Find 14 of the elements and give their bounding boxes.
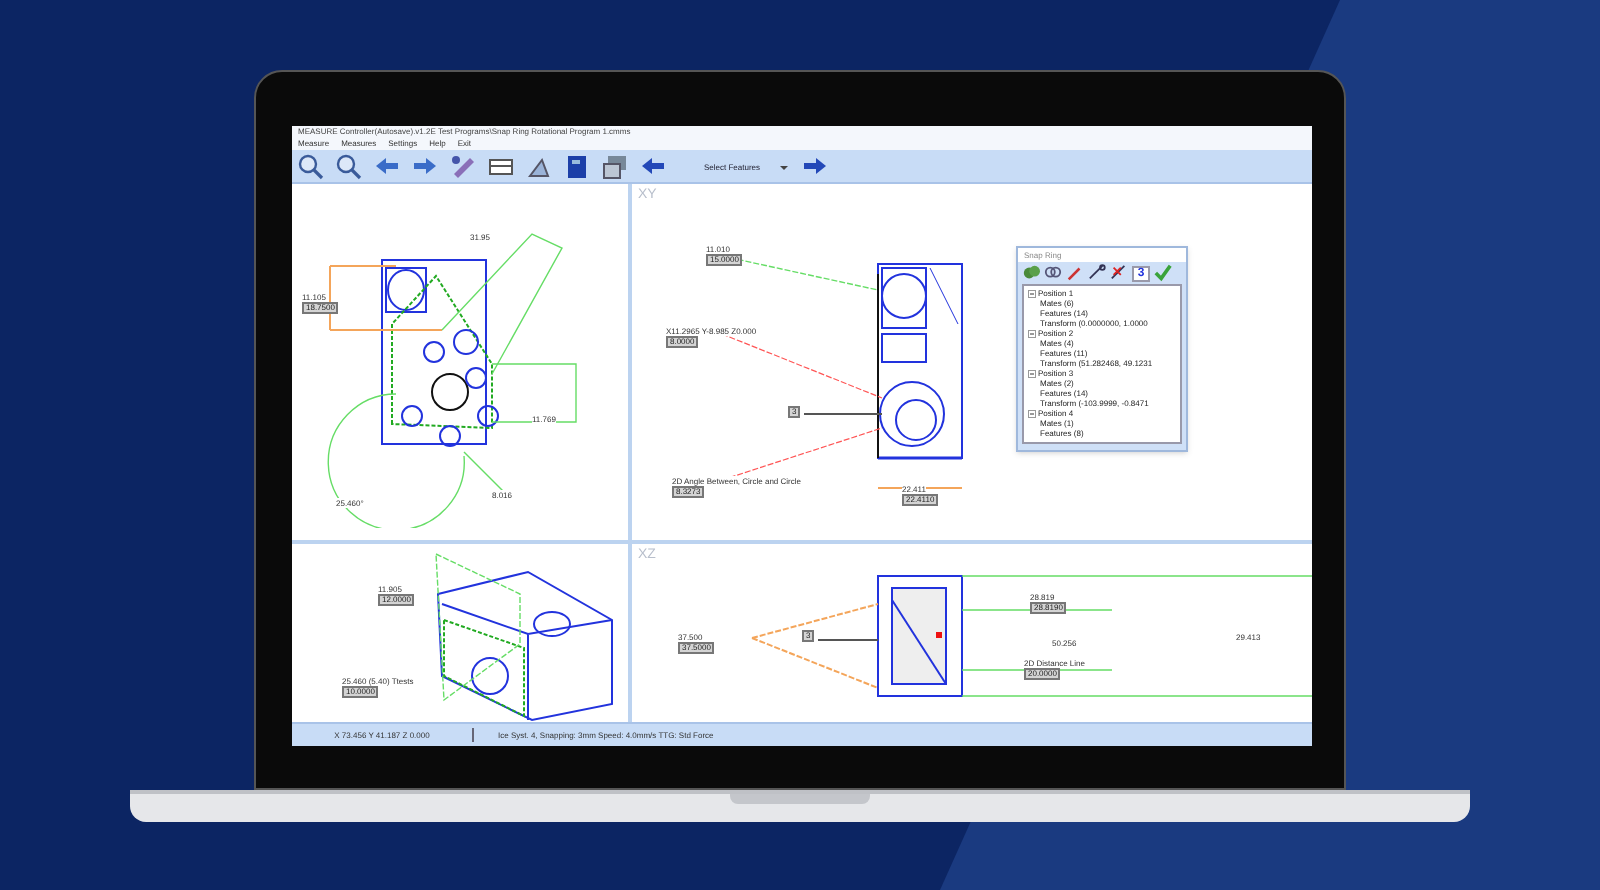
document-icon[interactable] [562,151,592,181]
cluster-icon[interactable] [1022,264,1040,282]
collapse-icon[interactable] [1028,289,1036,297]
collapse-icon[interactable] [1028,409,1036,417]
collapse-icon[interactable] [1028,369,1036,377]
collapse-icon[interactable] [1028,329,1036,337]
magnifier-icon[interactable] [334,151,364,181]
checkmark-icon[interactable] [1154,264,1172,282]
window-icon[interactable] [600,151,630,181]
unlink-icon[interactable] [1110,264,1128,282]
rings-icon[interactable] [1044,264,1062,282]
tool-icon[interactable] [448,151,478,181]
link-icon[interactable] [1088,264,1106,282]
magnifier-icon[interactable] [296,151,326,181]
